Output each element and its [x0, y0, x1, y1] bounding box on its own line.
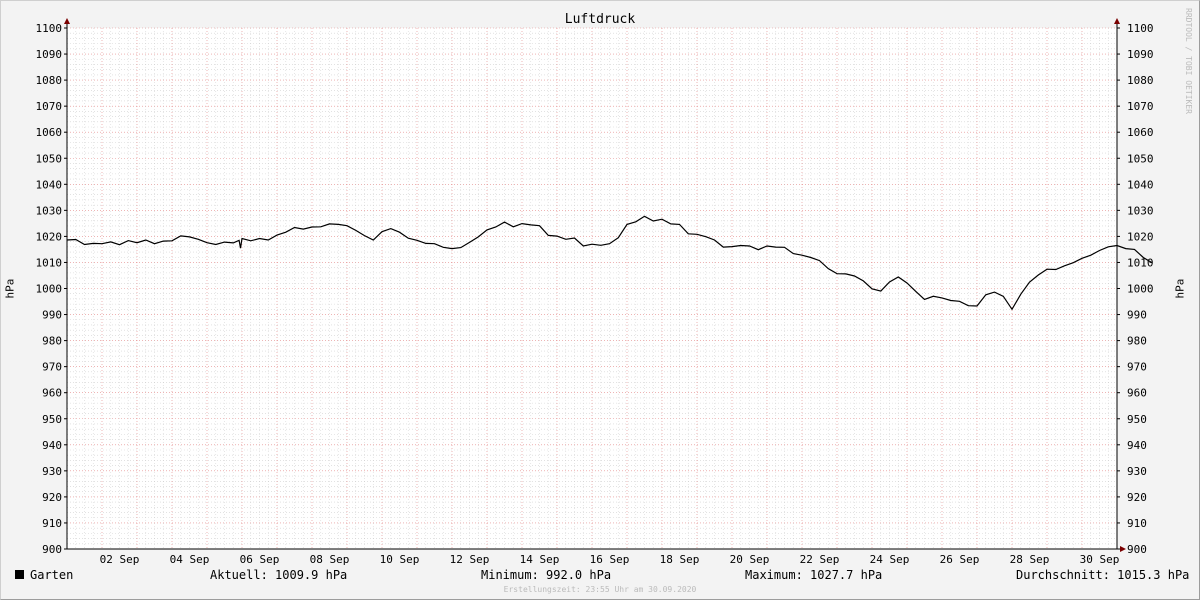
- y-tick-label: 1040: [1127, 178, 1154, 191]
- x-tick-label: 28 Sep: [1010, 553, 1050, 566]
- y-axis-left-labels: 900 910 920 930 940 950 960 970 980 990 1000 1010 10…: [36, 22, 63, 556]
- y-tick-label: 1050: [1127, 152, 1154, 165]
- legend-series-name: Garten: [30, 568, 74, 582]
- x-axis-labels: 02 Sep 04 Sep 06 Sep 08 Sep 10 Sep 12 Sep 14 S…: [100, 553, 1120, 566]
- x-tick-label: 30 Sep: [1080, 553, 1120, 566]
- y-tick-label: 1030: [1127, 204, 1154, 217]
- y-tick-label: 1080: [36, 74, 63, 87]
- y-tick-label: 900: [1127, 543, 1147, 556]
- x-tick-label: 10 Sep: [380, 553, 420, 566]
- creation-time: Erstellungszeit: 23:55 Uhr am 30.09.2020: [503, 585, 697, 594]
- y-tick-label: 1080: [1127, 74, 1154, 87]
- y-tick-label: 950: [1127, 413, 1147, 426]
- watermark: RRDTOOL / TOBI OETIKER: [1184, 8, 1193, 114]
- y-tick-label: 1030: [36, 204, 63, 217]
- y-tick-label: 1010: [1127, 256, 1154, 269]
- y-tick-label: 910: [42, 517, 62, 530]
- y-tick-label: 940: [1127, 439, 1147, 452]
- x-tick-label: 24 Sep: [870, 553, 910, 566]
- x-tick-label: 04 Sep: [170, 553, 210, 566]
- y-tick-label: 990: [42, 309, 62, 322]
- y-tick-label: 910: [1127, 517, 1147, 530]
- y-tick-label: 1000: [1127, 283, 1154, 296]
- x-tick-label: 02 Sep: [100, 553, 140, 566]
- y-tick-label: 980: [1127, 335, 1147, 348]
- x-tick-label: 20 Sep: [730, 553, 770, 566]
- x-tick-label: 14 Sep: [520, 553, 560, 566]
- y-tick-label: 940: [42, 439, 62, 452]
- y-tick-label: 1060: [1127, 126, 1154, 139]
- y-tick-label: 950: [42, 413, 62, 426]
- pressure-chart: 900 910 920 930 940 950 960 970 980 990 1000 1010 10…: [36, 18, 1154, 566]
- y-tick-label: 960: [1127, 387, 1147, 400]
- y-tick-label: 1090: [1127, 48, 1154, 61]
- y-tick-label: 930: [1127, 465, 1147, 478]
- y-tick-label: 980: [42, 335, 62, 348]
- legend-swatch: [15, 570, 24, 579]
- y-axis-right-labels: 900 910 920 930 940 950 960 970 980 990 1000 1010 10…: [1127, 22, 1154, 556]
- y-tick-label: 960: [42, 387, 62, 400]
- y-tick-label: 1010: [36, 256, 63, 269]
- y-tick-label: 1050: [36, 152, 63, 165]
- y-tick-label: 1060: [36, 126, 63, 139]
- y-tick-label: 1020: [1127, 230, 1154, 243]
- chart-title: Luftdruck: [564, 12, 636, 27]
- x-tick-label: 22 Sep: [800, 553, 840, 566]
- y-tick-label: 970: [42, 361, 62, 374]
- y-tick-label: 1070: [36, 100, 63, 113]
- stat-maximum: Maximum: 1027.7 hPa: [745, 568, 883, 582]
- y-tick-label: 1070: [1127, 100, 1154, 113]
- x-tick-label: 12 Sep: [450, 553, 490, 566]
- y-axis-label-right: hPa: [1173, 278, 1187, 299]
- y-tick-label: 990: [1127, 309, 1147, 322]
- stat-average: Durchschnitt: 1015.3 hPa: [1016, 568, 1190, 582]
- x-tick-label: 26 Sep: [940, 553, 980, 566]
- y-tick-label: 1090: [36, 48, 63, 61]
- y-tick-label: 1000: [36, 283, 63, 296]
- x-tick-label: 16 Sep: [590, 553, 630, 566]
- y-axis-label-left: hPa: [3, 278, 17, 299]
- y-tick-label: 900: [42, 543, 62, 556]
- y-tick-label: 920: [1127, 491, 1147, 504]
- y-tick-label: 1020: [36, 230, 63, 243]
- y-tick-label: 930: [42, 465, 62, 478]
- x-tick-label: 06 Sep: [240, 553, 280, 566]
- y-tick-label: 1040: [36, 178, 63, 191]
- x-axis-arrow: [1120, 546, 1126, 552]
- stat-minimum: Minimum: 992.0 hPa: [481, 568, 612, 582]
- x-tick-label: 18 Sep: [660, 553, 700, 566]
- y-tick-label: 970: [1127, 361, 1147, 374]
- stat-current: Aktuell: 1009.9 hPa: [210, 568, 348, 582]
- y-tick-label: 920: [42, 491, 62, 504]
- x-tick-label: 08 Sep: [310, 553, 350, 566]
